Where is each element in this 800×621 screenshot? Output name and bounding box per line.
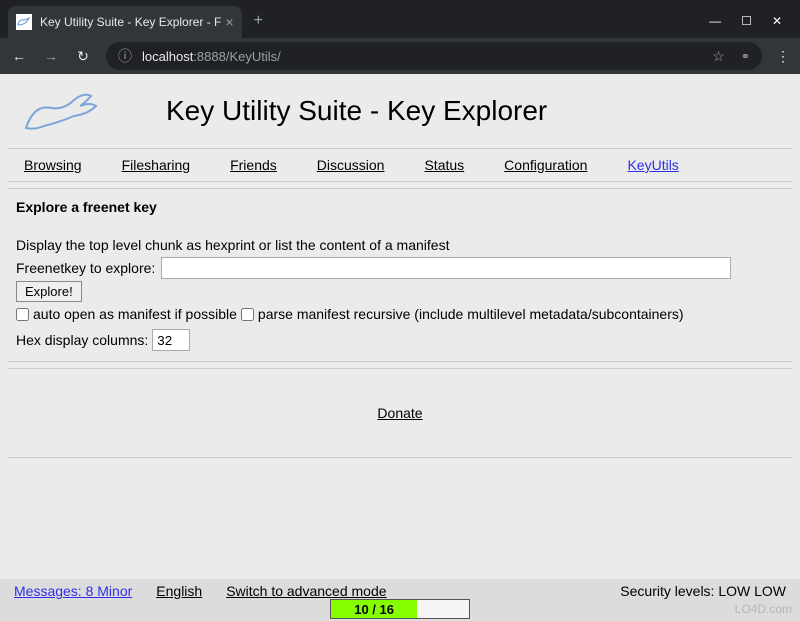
page-content: Key Utility Suite - Key Explorer Browsin… (0, 74, 800, 466)
back-icon[interactable]: ← (10, 48, 28, 64)
progress-text: 10 / 16 (354, 602, 394, 617)
nav-configuration[interactable]: Configuration (504, 157, 587, 173)
freenet-key-input[interactable] (161, 257, 731, 279)
parse-recursive-label: parse manifest recursive (include multil… (258, 304, 684, 325)
minimize-icon[interactable]: — (709, 14, 721, 28)
nav-discussion[interactable]: Discussion (317, 157, 385, 173)
donate-link[interactable]: Donate (377, 405, 422, 421)
auto-open-checkbox[interactable] (16, 308, 29, 321)
parse-recursive-checkbox[interactable] (241, 308, 254, 321)
key-input-label: Freenetkey to explore: (16, 260, 155, 276)
browser-toolbar: ← → ↻ ⓘ localhost:8888/KeyUtils/ ☆ ⚭ ⋮ (0, 38, 800, 74)
panel-heading: Explore a freenet key (16, 199, 784, 215)
close-icon[interactable]: × (225, 14, 233, 30)
hex-columns-input[interactable] (152, 329, 190, 351)
tab-favicon-icon (16, 14, 32, 30)
mode-switch-link[interactable]: Switch to advanced mode (226, 583, 386, 599)
new-tab-icon[interactable]: + (254, 12, 263, 38)
page-title: Key Utility Suite - Key Explorer (166, 95, 547, 127)
window-controls: — ☐ ✕ (709, 14, 800, 38)
nav-friends[interactable]: Friends (230, 157, 277, 173)
freenet-logo-icon (16, 86, 106, 136)
browser-tab[interactable]: Key Utility Suite - Key Explorer - F × (8, 6, 242, 38)
nav-filesharing[interactable]: Filesharing (122, 157, 190, 173)
url-text: localhost:8888/KeyUtils/ (142, 49, 281, 64)
explore-panel: Explore a freenet key Display the top le… (8, 188, 792, 362)
auto-open-label: auto open as manifest if possible (33, 304, 237, 325)
security-levels-label: Security levels: LOW LOW (620, 583, 786, 599)
extensions-icon[interactable]: ⚭ (741, 50, 750, 63)
menu-icon[interactable]: ⋮ (776, 48, 790, 65)
messages-link[interactable]: Messages: 8 Minor (14, 583, 132, 599)
nav-status[interactable]: Status (424, 157, 464, 173)
panel-description: Display the top level chunk as hexprint … (16, 237, 784, 253)
main-navigation: Browsing Filesharing Friends Discussion … (8, 148, 792, 182)
nav-browsing[interactable]: Browsing (24, 157, 82, 173)
explore-button[interactable]: Explore! (16, 281, 82, 302)
close-window-icon[interactable]: ✕ (772, 14, 782, 28)
hex-columns-label: Hex display columns: (16, 330, 148, 351)
progress-indicator: 10 / 16 (330, 599, 470, 619)
reload-icon[interactable]: ↻ (74, 48, 92, 65)
maximize-icon[interactable]: ☐ (741, 14, 752, 28)
site-info-icon[interactable]: ⓘ (118, 46, 132, 66)
language-link[interactable]: English (156, 583, 202, 599)
forward-icon[interactable]: → (42, 48, 60, 64)
progress-fill: 10 / 16 (331, 600, 417, 618)
bookmark-icon[interactable]: ☆ (712, 48, 725, 65)
address-bar[interactable]: ⓘ localhost:8888/KeyUtils/ ☆ ⚭ (106, 42, 762, 70)
donate-panel: Donate (8, 368, 792, 458)
page-header: Key Utility Suite - Key Explorer (8, 82, 792, 140)
browser-titlebar: Key Utility Suite - Key Explorer - F × +… (0, 0, 800, 38)
watermark: LO4D.com (735, 602, 792, 616)
tab-title: Key Utility Suite - Key Explorer - F (40, 15, 221, 29)
nav-keyutils[interactable]: KeyUtils (627, 157, 678, 173)
